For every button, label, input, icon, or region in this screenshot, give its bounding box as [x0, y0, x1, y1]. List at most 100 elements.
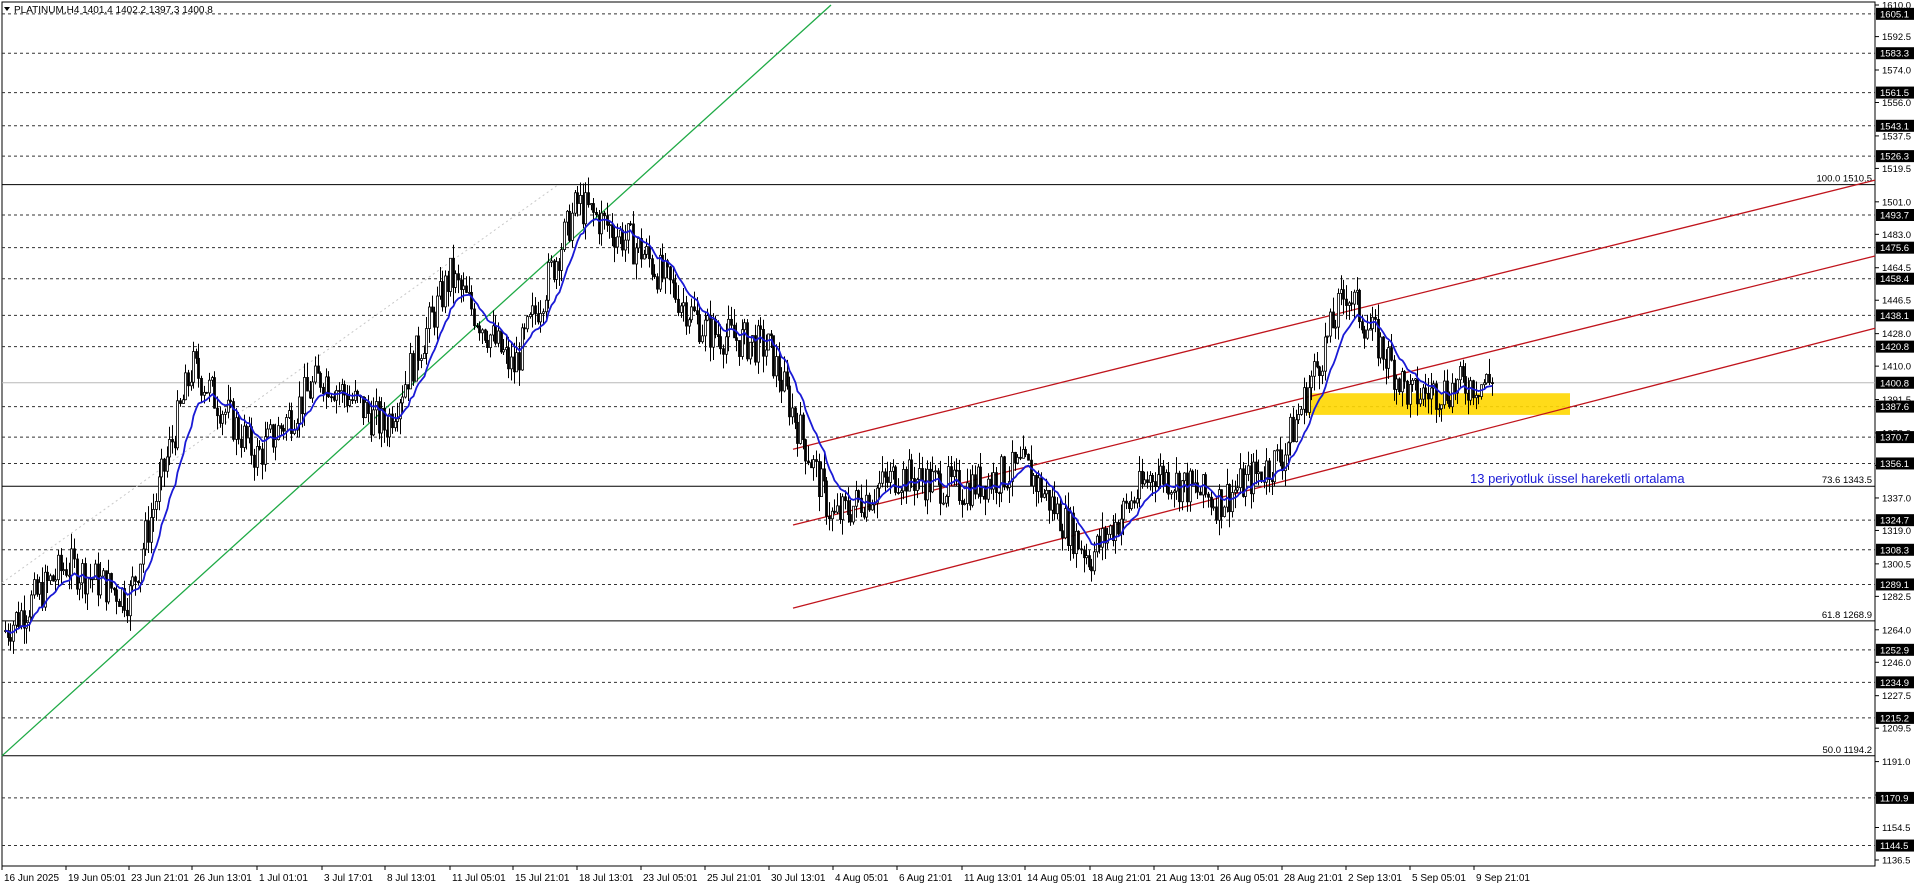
candle-bear — [1220, 489, 1223, 517]
candle-bear — [905, 469, 908, 492]
candle-bear — [587, 192, 590, 206]
candle-bear — [780, 379, 783, 392]
chart-header: PLATINUM,H4 1401.4 1402.2 1397.3 1400.8 — [14, 5, 213, 16]
candle-bull — [1175, 472, 1178, 492]
candle-bear — [9, 637, 12, 642]
fib-label: 61.8 1268.9 — [1822, 610, 1872, 621]
candle-bear — [258, 446, 261, 450]
x-tick-label: 9 Sep 21:01 — [1476, 873, 1530, 884]
candle-bear — [245, 425, 248, 439]
candle-bull — [30, 594, 33, 618]
candle-bull — [725, 336, 728, 355]
level-price-label: 1387.6 — [1880, 402, 1909, 413]
candle-bull — [1159, 465, 1162, 476]
candle-bull — [1337, 293, 1340, 328]
platinum-h4-chart[interactable]: 100.0 1510.5 73.6 1343.5 61.8 1268.9 50.0 1… — [0, 0, 1916, 888]
candle-bear — [693, 306, 696, 312]
candle-bear — [200, 377, 203, 396]
candle-bear — [910, 459, 913, 479]
candle-bull — [1353, 291, 1356, 305]
candle-bear — [171, 439, 174, 443]
candle-bull — [1324, 336, 1327, 372]
candle-bull — [1085, 555, 1088, 559]
guide-line — [1, 185, 558, 584]
candle-bull — [1485, 373, 1488, 384]
candle-bear — [979, 466, 982, 497]
candle-bull — [1043, 493, 1046, 498]
y-tick-label: 1592.5 — [1882, 32, 1911, 43]
candle-bull — [765, 349, 768, 357]
candle-bear — [886, 476, 889, 483]
candle-bear — [1040, 477, 1043, 498]
candle-bear — [1167, 472, 1170, 495]
x-tick-label: 1 Jul 01:01 — [259, 873, 308, 884]
candle-bull — [881, 471, 884, 484]
candle-bear — [1332, 311, 1335, 329]
candle-bull — [563, 221, 566, 250]
chart-svg[interactable]: 100.0 1510.573.6 1343.561.8 1268.950.0 1… — [0, 0, 1916, 888]
candle-bear — [1390, 347, 1393, 361]
candle-bear — [187, 372, 190, 387]
candle-bull — [1181, 480, 1184, 503]
candle-bear — [1154, 481, 1157, 487]
candle-bear — [576, 192, 579, 204]
x-tick-label: 4 Aug 05:01 — [835, 873, 889, 884]
candle-bear — [648, 246, 651, 260]
x-tick-label: 16 Jun 2025 — [4, 873, 59, 884]
candle-bull — [1310, 375, 1313, 389]
candle-bull — [1366, 329, 1369, 339]
candle-bull — [749, 341, 752, 360]
candle-bear — [788, 385, 791, 418]
candle-bull — [645, 246, 648, 255]
candle-bull — [1379, 336, 1382, 359]
trendline — [792, 327, 1876, 609]
candle-bear — [1061, 530, 1064, 539]
candle-bear — [1350, 302, 1353, 305]
x-tick-label: 28 Aug 21:01 — [1284, 873, 1343, 884]
candle-bull — [1130, 500, 1133, 509]
candlesticks — [4, 177, 1494, 654]
candle-bear — [735, 337, 738, 341]
candle-bear — [417, 335, 420, 361]
candle-bear — [568, 210, 571, 241]
candle-bull — [131, 576, 134, 587]
candle-bear — [722, 348, 725, 355]
candle-bear — [611, 224, 614, 238]
candle-bull — [971, 474, 974, 506]
candle-bull — [775, 356, 778, 377]
candle-bear — [696, 310, 699, 315]
level-price-label: 1583.3 — [1880, 49, 1909, 60]
candle-bear — [518, 352, 521, 371]
x-tick-label: 21 Aug 13:01 — [1156, 873, 1215, 884]
candle-bull — [1037, 477, 1040, 492]
candle-bull — [462, 285, 465, 290]
candle-bull — [428, 306, 431, 329]
candle-bear — [431, 306, 434, 313]
level-price-label: 1526.3 — [1880, 152, 1909, 163]
candle-bear — [1464, 376, 1467, 394]
candle-bull — [78, 582, 81, 590]
candle-bear — [1048, 489, 1051, 511]
candle-bear — [1059, 503, 1062, 532]
candle-bear — [1210, 496, 1213, 508]
candle-bear — [632, 223, 635, 265]
candle-bear — [823, 468, 826, 482]
candle-bull — [192, 351, 195, 383]
candle-bull — [150, 517, 153, 543]
candle-bull — [767, 333, 770, 351]
candle-bear — [1072, 512, 1075, 555]
candle-bull — [224, 411, 227, 415]
candle-bull — [783, 371, 786, 392]
candle-bull — [947, 466, 950, 497]
candle-bear — [804, 439, 807, 462]
y-tick-label: 1227.5 — [1882, 691, 1911, 702]
candle-bull — [144, 520, 147, 550]
candle-bull — [878, 482, 881, 489]
candle-bear — [46, 571, 49, 582]
candle-bear — [115, 589, 118, 602]
candle-bear — [913, 478, 916, 491]
candle-bull — [902, 469, 905, 492]
price-axis: 1610.01592.51574.01556.01537.51519.51501… — [1875, 1, 1914, 867]
candle-bull — [152, 509, 155, 518]
x-tick-label: 25 Jul 21:01 — [707, 873, 762, 884]
